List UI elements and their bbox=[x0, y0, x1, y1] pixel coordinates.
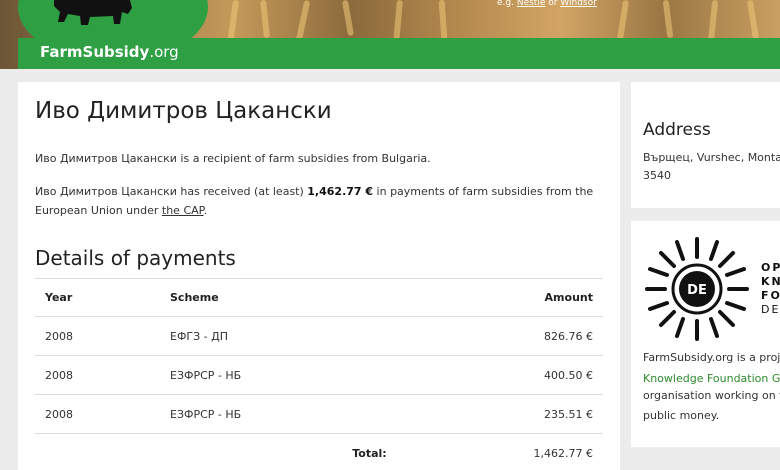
brand-home-link[interactable]: FarmSubsidy.org bbox=[40, 43, 179, 61]
search-hint: e.g. Nestlé or Windsor bbox=[497, 0, 597, 8]
wheat-decoration bbox=[295, 0, 311, 43]
okf-wordmark-line-2: KN bbox=[761, 275, 780, 288]
wheat-decoration bbox=[438, 0, 448, 41]
recipient-intro: Иво Димитров Цакански is a recipient of … bbox=[35, 152, 431, 165]
address-title: Address bbox=[643, 120, 711, 140]
okf-text-line-1: FarmSubsidy.org is a proj bbox=[643, 351, 780, 364]
payment-year: 2008 bbox=[35, 394, 160, 434]
wheat-decoration bbox=[662, 0, 674, 39]
total-amount: 1,462.77 € bbox=[533, 446, 593, 460]
payment-amount: 400.50 € bbox=[396, 355, 603, 395]
payment-year: 2008 bbox=[35, 316, 160, 356]
table-total-row: Total: 1,462.77 € bbox=[35, 434, 603, 470]
recipient-name: Иво Димитров Цакански bbox=[35, 98, 332, 124]
wheat-decoration bbox=[616, 0, 630, 41]
payment-scheme: ЕЗФРСР - НБ bbox=[160, 394, 397, 434]
search-example-windsor-link[interactable]: Windsor bbox=[560, 0, 597, 8]
table-row: 2008 ЕФГЗ - ДП 826.76 € bbox=[35, 316, 603, 356]
okf-wordmark: OP KN FO DE bbox=[761, 261, 780, 317]
okf-wordmark-line-3: FO bbox=[761, 289, 780, 302]
okf-wordmark-line-1: OP bbox=[761, 261, 780, 274]
search-hint-prefix: e.g. bbox=[497, 0, 517, 8]
recipient-panel: Иво Димитров Цакански Иво Димитров Цакан… bbox=[18, 82, 620, 470]
payments-title: Details of payments bbox=[35, 246, 236, 270]
okf-logo-icon[interactable]: DE bbox=[645, 237, 749, 341]
year-column-header: Year bbox=[35, 278, 160, 317]
payment-scheme: ЕЗФРСР - НБ bbox=[160, 355, 397, 395]
wheat-decoration bbox=[746, 0, 760, 41]
table-header-row: Year Scheme Amount bbox=[35, 278, 603, 317]
payments-table: Year Scheme Amount 2008 ЕФГЗ - ДП 826.76… bbox=[35, 278, 603, 470]
total-label: Total: bbox=[352, 446, 387, 460]
search-example-nestle-link[interactable]: Nestlé bbox=[517, 0, 546, 8]
bison-logo-icon[interactable] bbox=[50, 0, 136, 26]
okf-card: DE OP KN FO DE FarmSubsidy.org is a proj… bbox=[631, 221, 780, 447]
wheat-decoration bbox=[341, 0, 355, 37]
recipient-total-text: Иво Димитров Цакански has received (at l… bbox=[35, 182, 595, 220]
received-line2-suffix: . bbox=[203, 204, 208, 217]
received-line2-prefix: European Union under bbox=[35, 204, 162, 217]
total-spacer bbox=[35, 434, 160, 470]
address-line-1: Върщец, Vurshec, Monta bbox=[643, 151, 780, 164]
cap-link[interactable]: the CAP bbox=[162, 204, 204, 217]
okf-link[interactable]: Knowledge Foundation G bbox=[643, 372, 780, 385]
amount-column-header: Amount bbox=[396, 278, 603, 317]
received-amount: 1,462.77 € bbox=[307, 185, 374, 198]
site-header: e.g. Nestlé or Windsor FarmSubsidy.org bbox=[0, 0, 780, 69]
address-line-2: 3540 bbox=[643, 169, 671, 182]
scheme-column-header: Scheme bbox=[160, 278, 397, 317]
brand-name: FarmSubsidy bbox=[40, 43, 150, 61]
address-card: Address Върщец, Vurshec, Monta 3540 bbox=[631, 82, 780, 208]
table-row: 2008 ЕЗФРСР - НБ 235.51 € bbox=[35, 394, 603, 434]
payment-scheme: ЕФГЗ - ДП bbox=[160, 316, 397, 356]
received-suffix: in payments of farm subsidies from the bbox=[373, 185, 594, 198]
okf-badge-text: DE bbox=[687, 283, 707, 298]
wheat-decoration bbox=[260, 0, 270, 39]
payment-amount: 235.51 € bbox=[396, 394, 603, 434]
okf-text-line-4: public money. bbox=[643, 409, 720, 422]
table-row: 2008 ЕЗФРСР - НБ 400.50 € bbox=[35, 355, 603, 395]
brand-suffix: .org bbox=[149, 43, 179, 61]
brand-bar: FarmSubsidy.org bbox=[18, 38, 780, 69]
okf-text-line-3: organisation working on t bbox=[643, 389, 780, 402]
payment-amount: 826.76 € bbox=[396, 316, 603, 356]
received-prefix: Иво Димитров Цакански has received (at l… bbox=[35, 185, 308, 198]
payment-year: 2008 bbox=[35, 355, 160, 395]
search-hint-or: or bbox=[545, 0, 561, 8]
okf-wordmark-line-4: DE bbox=[761, 303, 780, 316]
